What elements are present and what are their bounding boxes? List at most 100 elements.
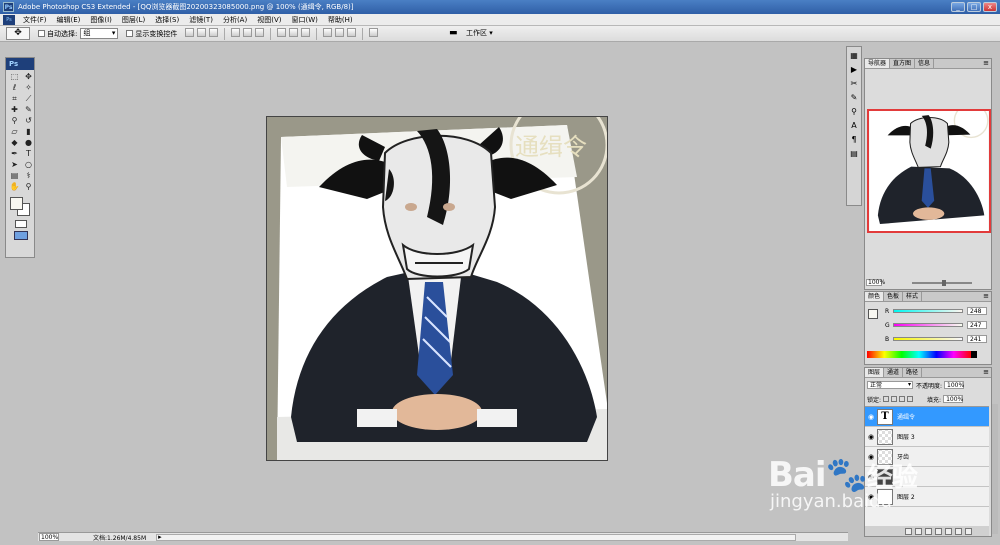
navigator-zoom-slider[interactable] bbox=[912, 279, 972, 286]
trash-icon[interactable] bbox=[965, 527, 972, 535]
history-panel-icon[interactable]: ▦ bbox=[849, 50, 860, 61]
healing-brush-tool-icon[interactable]: ✚ bbox=[9, 105, 20, 114]
crop-tool-icon[interactable]: ⌗ bbox=[9, 94, 20, 103]
tab-histogram[interactable]: 直方图 bbox=[890, 59, 916, 68]
menu-image[interactable]: 图像(I) bbox=[85, 15, 117, 25]
menu-help[interactable]: 帮助(H) bbox=[323, 15, 358, 25]
link-layers-icon[interactable] bbox=[905, 527, 912, 535]
marquee-tool-icon[interactable]: ⬚ bbox=[9, 72, 20, 81]
menu-analysis[interactable]: 分析(A) bbox=[218, 15, 252, 25]
tab-styles[interactable]: 样式 bbox=[903, 292, 923, 301]
color-spectrum[interactable] bbox=[867, 351, 971, 358]
layer-comps-icon[interactable]: ▤ bbox=[849, 148, 860, 159]
zoom-field[interactable]: 100% bbox=[39, 533, 59, 541]
tab-channels[interactable]: 通道 bbox=[884, 368, 904, 377]
menu-layer[interactable]: 图层(L) bbox=[117, 15, 150, 25]
gradient-tool-icon[interactable]: ▮ bbox=[23, 127, 34, 136]
tab-swatches[interactable]: 色板 bbox=[884, 292, 904, 301]
eraser-tool-icon[interactable]: ▱ bbox=[9, 127, 20, 136]
panel-menu-icon[interactable]: ≡ bbox=[983, 368, 989, 377]
blur-tool-icon[interactable]: ◆ bbox=[9, 138, 20, 147]
document-info[interactable]: 文档:1.26M/4.85M bbox=[93, 533, 146, 542]
layer-row[interactable]: ◉ 图层 3 bbox=[865, 427, 989, 447]
menu-window[interactable]: 窗口(W) bbox=[286, 15, 322, 25]
document-icon[interactable]: Ps bbox=[3, 14, 15, 25]
distribute-vcenter-icon[interactable] bbox=[289, 27, 299, 37]
menu-view[interactable]: 视图(V) bbox=[252, 15, 286, 25]
shape-tool-icon[interactable]: ○ bbox=[23, 160, 34, 169]
blue-value[interactable]: 241 bbox=[967, 335, 987, 343]
eyedropper-tool-icon[interactable]: ⚕ bbox=[23, 171, 34, 180]
color-panel-swatch[interactable] bbox=[868, 309, 878, 319]
horizontal-scrollbar[interactable] bbox=[156, 533, 797, 541]
layer-style-icon[interactable] bbox=[915, 527, 922, 535]
brush-tool-icon[interactable]: ✎ bbox=[23, 105, 34, 114]
workspace-button[interactable]: 工作区 ▾ bbox=[466, 28, 500, 39]
lock-all-icon[interactable] bbox=[907, 396, 914, 402]
menu-filter[interactable]: 滤镜(T) bbox=[184, 15, 218, 25]
dodge-tool-icon[interactable]: ● bbox=[23, 138, 34, 147]
quick-mask-icon[interactable] bbox=[15, 220, 27, 228]
move-tool-icon[interactable]: ✥ bbox=[23, 72, 34, 81]
tab-navigator[interactable]: 导航器 bbox=[865, 59, 891, 68]
tab-paths[interactable]: 路径 bbox=[903, 368, 923, 377]
distribute-left-icon[interactable] bbox=[323, 27, 333, 37]
lock-transparent-icon[interactable] bbox=[883, 396, 890, 402]
navigator-preview[interactable] bbox=[867, 109, 991, 233]
green-value[interactable]: 247 bbox=[967, 321, 987, 329]
minimize-button[interactable]: _ bbox=[951, 2, 965, 12]
fill-field[interactable]: 100% bbox=[943, 395, 963, 403]
distribute-bottom-icon[interactable] bbox=[301, 27, 311, 37]
layer-row[interactable]: ◉ T 通缉令 bbox=[865, 407, 989, 427]
type-tool-icon[interactable]: T bbox=[23, 149, 34, 158]
align-top-icon[interactable] bbox=[185, 27, 195, 37]
magic-wand-tool-icon[interactable]: ✧ bbox=[23, 83, 34, 92]
zoom-tool-icon[interactable]: ⚲ bbox=[23, 182, 34, 191]
character-panel-icon[interactable]: A bbox=[849, 120, 860, 131]
layer-row[interactable]: ◉ 牙齿 bbox=[865, 447, 989, 467]
workspace-icon[interactable]: ▬ bbox=[449, 28, 463, 39]
menu-select[interactable]: 选择(S) bbox=[150, 15, 184, 25]
blend-mode-dropdown[interactable]: 正常 bbox=[867, 381, 913, 389]
hand-tool-icon[interactable]: ✋ bbox=[9, 182, 20, 191]
brushes-panel-icon[interactable]: ✎ bbox=[849, 92, 860, 103]
lock-position-icon[interactable] bbox=[899, 396, 906, 402]
paragraph-panel-icon[interactable]: ¶ bbox=[849, 134, 860, 145]
close-button[interactable]: x bbox=[983, 2, 997, 12]
maximize-button[interactable]: □ bbox=[967, 2, 981, 12]
black-swatch[interactable] bbox=[971, 351, 977, 358]
menu-file[interactable]: 文件(F) bbox=[18, 15, 52, 25]
pen-tool-icon[interactable]: ✒ bbox=[9, 149, 20, 158]
distribute-right-icon[interactable] bbox=[347, 27, 357, 37]
opacity-field[interactable]: 100% bbox=[944, 381, 964, 389]
eye-icon[interactable]: ◉ bbox=[865, 473, 877, 481]
slice-tool-icon[interactable]: ⟋ bbox=[23, 94, 34, 103]
eye-icon[interactable]: ◉ bbox=[865, 433, 877, 441]
eye-icon[interactable]: ◉ bbox=[865, 493, 877, 501]
tab-color[interactable]: 颜色 bbox=[865, 292, 885, 301]
auto-select-checkbox[interactable] bbox=[38, 30, 45, 37]
move-tool-preset-icon[interactable]: ✥ bbox=[6, 27, 30, 40]
align-left-icon[interactable] bbox=[231, 27, 241, 37]
actions-panel-icon[interactable]: ▶ bbox=[849, 64, 860, 75]
panel-menu-icon[interactable]: ≡ bbox=[983, 59, 989, 68]
eye-icon[interactable]: ◉ bbox=[865, 413, 877, 421]
clone-stamp-tool-icon[interactable]: ⚲ bbox=[9, 116, 20, 125]
path-selection-tool-icon[interactable]: ➤ bbox=[9, 160, 20, 169]
red-value[interactable]: 248 bbox=[967, 307, 987, 315]
tab-layers[interactable]: 图层 bbox=[865, 368, 885, 377]
distribute-top-icon[interactable] bbox=[277, 27, 287, 37]
history-brush-tool-icon[interactable]: ↺ bbox=[23, 116, 34, 125]
panel-menu-icon[interactable]: ≡ bbox=[983, 292, 989, 301]
distribute-hcenter-icon[interactable] bbox=[335, 27, 345, 37]
clone-source-icon[interactable]: ⚲ bbox=[849, 106, 860, 117]
align-vcenter-icon[interactable] bbox=[197, 27, 207, 37]
eye-icon[interactable]: ◉ bbox=[865, 453, 877, 461]
notes-tool-icon[interactable]: ▤ bbox=[9, 171, 20, 180]
adjustment-layer-icon[interactable] bbox=[935, 527, 942, 535]
align-right-icon[interactable] bbox=[255, 27, 265, 37]
lasso-tool-icon[interactable]: ℓ bbox=[9, 83, 20, 92]
tab-info[interactable]: 信息 bbox=[915, 59, 935, 68]
green-slider[interactable] bbox=[893, 323, 963, 327]
layer-row[interactable]: ◉ 图层 2 bbox=[865, 487, 989, 507]
